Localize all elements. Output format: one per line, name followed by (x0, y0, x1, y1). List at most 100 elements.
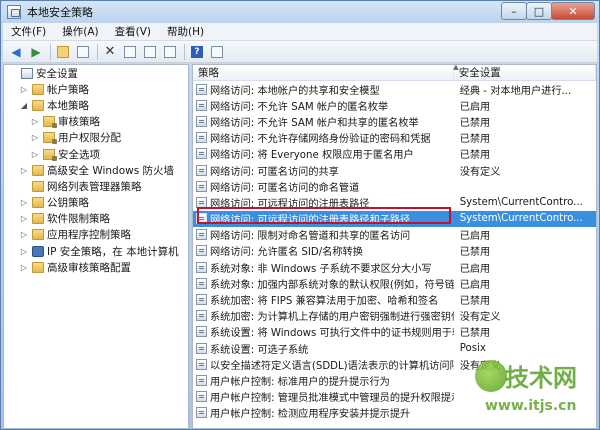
toolbar-separator (97, 43, 98, 60)
policy-list-pane[interactable]: 策略 安全设置 ▲ 网络访问: 本地帐户的共享和安全模型 经典 - 对本地用户进行… (192, 64, 597, 429)
table-row[interactable]: 系统加密: 将 FIPS 兼容算法用于加密、哈希和签名 已禁用 (193, 291, 596, 307)
security-setting-value: 已禁用 (459, 117, 491, 129)
export-icon[interactable] (161, 43, 179, 61)
tree-expander-icon[interactable]: ▷ (19, 247, 29, 256)
policy-folder-icon (43, 148, 57, 161)
window-title: 本地安全策略 (27, 6, 93, 19)
tree-expander-icon[interactable]: ▷ (30, 117, 40, 126)
table-row[interactable]: 网络访问: 本地帐户的共享和安全模型 经典 - 对本地用户进行... (193, 81, 596, 97)
tree-item[interactable]: ▷ 应用程序控制策略 (4, 227, 188, 243)
policy-cell: 用户帐户控制: 标准用户的提升提示行为 (193, 373, 454, 388)
table-row[interactable]: 网络访问: 允许匿名 SID/名称转换 已禁用 (193, 243, 596, 259)
tree-item-label: IP 安全策略，在 本地计算机 (47, 245, 179, 258)
policy-name: 网络访问: 本地帐户的共享和安全模型 (210, 85, 380, 97)
folder-icon (32, 213, 44, 225)
tree-item-label: 用户权限分配 (58, 132, 121, 145)
policy-icon (196, 277, 207, 289)
table-row[interactable]: 用户帐户控制: 检测应用程序安装并提示提升 (193, 405, 596, 421)
policy-name: 系统设置: 可选子系统 (210, 344, 309, 356)
folder-icon (32, 83, 44, 95)
table-row[interactable]: 网络访问: 限制对命名管道和共享的匿名访问 已启用 (193, 227, 596, 243)
close-button[interactable]: ✕ (551, 2, 595, 20)
table-row[interactable]: 用户帐户控制: 管理员批准模式中管理员的提升权限提示的... (193, 389, 596, 405)
tree-expander-icon[interactable]: ▷ (19, 230, 29, 239)
tree-expander-icon[interactable]: ▷ (19, 263, 29, 272)
table-row[interactable]: 系统对象: 加强内部系统对象的默认权限(例如，符号链接) 已启用 (193, 275, 596, 291)
security-setting-value: 没有定义 (459, 312, 501, 324)
folder-icon (32, 261, 44, 273)
tree-item[interactable]: ▷ 公钥策略 (4, 195, 188, 211)
table-row[interactable]: 网络访问: 将 Everyone 权限应用于匿名用户 已禁用 (193, 146, 596, 162)
tree-item[interactable]: ▷ 帐户策略 (4, 81, 188, 97)
tree-item[interactable]: ▷ 高级审核策略配置 (4, 259, 188, 275)
tree-expander-icon[interactable]: ◢ (19, 101, 29, 110)
tree-expander-icon[interactable]: ▷ (30, 133, 40, 142)
console-icon[interactable] (208, 43, 226, 61)
minimize-button[interactable]: – (501, 2, 527, 20)
column-header-setting[interactable]: 安全设置 (454, 65, 596, 80)
table-row[interactable]: 系统设置: 可选子系统 Posix (193, 340, 596, 356)
table-row-selected[interactable]: 网络访问: 可远程访问的注册表路径和子路径 System\CurrentContr… (193, 210, 596, 227)
show-tree-icon[interactable] (74, 43, 92, 61)
policy-cell: 系统对象: 非 Windows 子系统不要求区分大小写 (193, 260, 454, 275)
tree-item[interactable]: 网络列表管理器策略 (4, 178, 188, 194)
policy-name: 以安全描述符定义语言(SDDL)语法表示的计算机访问限制 (210, 360, 454, 372)
security-setting-value: 已禁用 (459, 150, 491, 162)
toolbar: ◀ ▶ ✕ ? (3, 41, 597, 63)
tree-expander-icon[interactable]: ▷ (19, 214, 29, 223)
policy-name: 网络访问: 不允许 SAM 帐户和共享的匿名枚举 (210, 117, 419, 129)
table-row[interactable]: 网络访问: 可匿名访问的共享 没有定义 (193, 162, 596, 178)
table-row[interactable]: 用户帐户控制: 标准用户的提升提示行为 (193, 372, 596, 388)
table-row[interactable]: 以安全描述符定义语言(SDDL)语法表示的计算机访问限制 没有定义 (193, 356, 596, 372)
tree-item[interactable]: ▷ 用户权限分配 (4, 130, 188, 146)
column-header-policy[interactable]: 策略 (193, 65, 454, 80)
table-row[interactable]: 系统加密: 为计算机上存储的用户密钥强制进行强密钥保护 没有定义 (193, 308, 596, 324)
table-row[interactable]: 网络访问: 可远程访问的注册表路径 System\CurrentContro... (193, 194, 596, 210)
delete-icon[interactable]: ✕ (101, 43, 119, 61)
tree-expander-icon[interactable]: ▷ (19, 85, 29, 94)
policy-icon (196, 83, 207, 95)
forward-arrow-icon[interactable]: ▶ (27, 43, 45, 61)
menu-help[interactable]: 帮助(H) (159, 24, 212, 39)
tree-item[interactable]: ▷ 软件限制策略 (4, 211, 188, 227)
policy-cell: 网络访问: 不允许 SAM 帐户和共享的匿名枚举 (193, 114, 454, 129)
up-folder-icon[interactable] (54, 43, 72, 61)
table-row[interactable]: 系统对象: 非 Windows 子系统不要求区分大小写 已启用 (193, 259, 596, 275)
tree-item-label: 高级安全 Windows 防火墙 (47, 164, 175, 177)
menu-file[interactable]: 文件(F) (3, 24, 54, 39)
back-arrow-icon[interactable]: ◀ (7, 43, 25, 61)
refresh-icon[interactable] (141, 43, 159, 61)
tree-expander-icon[interactable]: ▷ (19, 198, 29, 207)
policy-name: 系统对象: 加强内部系统对象的默认权限(例如，符号链接) (210, 279, 454, 291)
tree-item[interactable]: ◢ 本地策略 (4, 97, 188, 113)
table-row[interactable]: 网络访问: 可匿名访问的命名管道 (193, 178, 596, 194)
toolbar-separator (50, 43, 51, 60)
table-row[interactable]: 网络访问: 不允许存储网络身份验证的密码和凭据 已禁用 (193, 130, 596, 146)
menu-view[interactable]: 查看(V) (107, 24, 159, 39)
tree-pane[interactable]: 安全设置 ▷ 帐户策略 ◢ 本地策略 ▷ 审核策略 ▷ 用户权限分配 ▷ 安全选项 ▷ 高级安全 Win… (3, 64, 189, 429)
maximize-button[interactable]: □ (526, 2, 552, 20)
ip-security-icon (32, 245, 44, 257)
title-bar[interactable]: 本地安全策略 – □ ✕ (1, 1, 599, 23)
policy-cell: 网络访问: 本地帐户的共享和安全模型 (193, 82, 454, 97)
tree-expander-icon[interactable]: ▷ (19, 166, 29, 175)
security-setting-value: 没有定义 (459, 166, 501, 178)
policy-folder-icon (43, 116, 57, 129)
policy-name: 系统加密: 为计算机上存储的用户密钥强制进行强密钥保护 (210, 312, 454, 324)
help-icon[interactable]: ? (188, 43, 206, 61)
table-row[interactable]: 网络访问: 不允许 SAM 帐户和共享的匿名枚举 已禁用 (193, 113, 596, 129)
tree-item[interactable]: ▷ 安全选项 (4, 146, 188, 162)
policy-cell: 网络访问: 可远程访问的注册表路径和子路径 (193, 211, 454, 226)
menu-action[interactable]: 操作(A) (54, 24, 106, 39)
tree-item[interactable]: ▷ 审核策略 (4, 114, 188, 130)
tree-item[interactable]: ▷ IP 安全策略，在 本地计算机 (4, 243, 188, 259)
policy-icon (196, 245, 207, 257)
tree-item[interactable]: ▷ 高级安全 Windows 防火墙 (4, 162, 188, 178)
table-row[interactable]: 系统设置: 将 Windows 可执行文件中的证书规则用于软件... 已禁用 (193, 324, 596, 340)
security-setting-value: 没有定义 (459, 360, 501, 372)
policy-name: 系统设置: 将 Windows 可执行文件中的证书规则用于软件... (210, 328, 454, 340)
table-row[interactable]: 网络访问: 不允许 SAM 帐户的匿名枚举 已启用 (193, 97, 596, 113)
tree-expander-icon[interactable]: ▷ (30, 150, 40, 159)
properties-icon[interactable] (121, 43, 139, 61)
tree-item[interactable]: 安全设置 (4, 65, 188, 81)
